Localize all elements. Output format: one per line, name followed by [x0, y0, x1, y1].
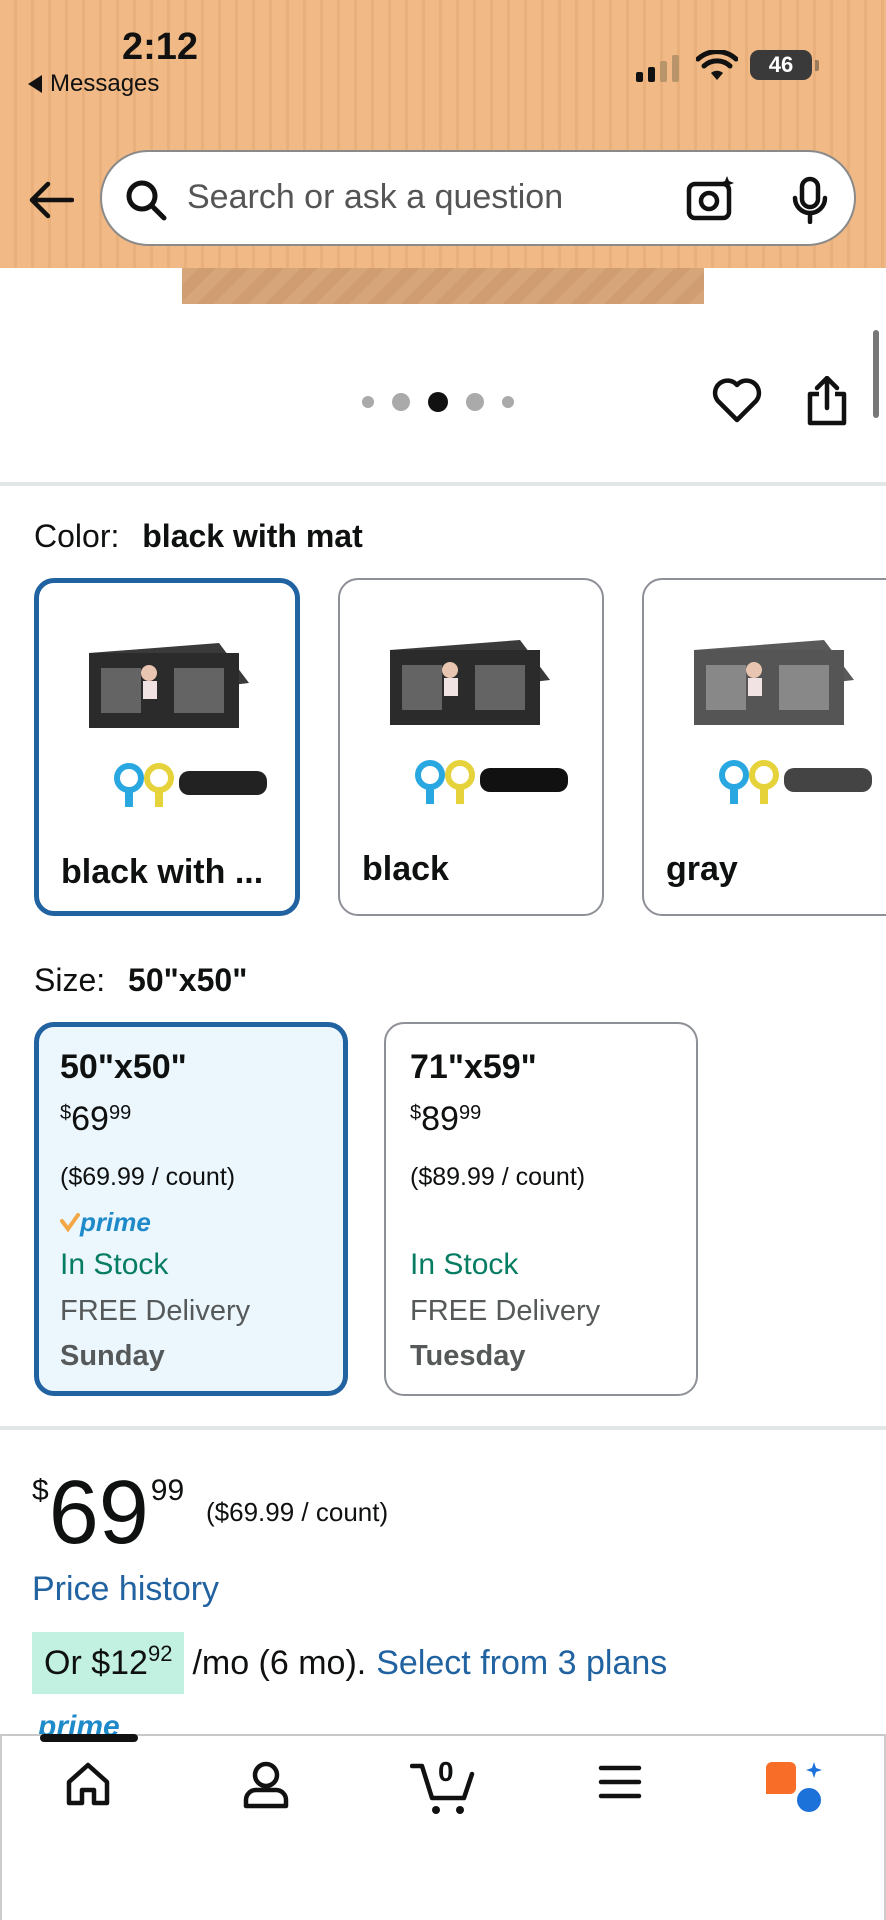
status-time: 2:12 [122, 26, 199, 68]
prime-peek-label: prime [38, 1710, 120, 1734]
prime-badge-peek: prime [38, 1710, 120, 1734]
heart-icon[interactable] [712, 376, 762, 424]
carousel-dot[interactable] [362, 396, 374, 408]
color-option-label: black [362, 850, 449, 888]
price-whole: 89 [421, 1100, 459, 1138]
carousel-dot[interactable] [466, 393, 484, 411]
main-price: $ 69 99 [32, 1468, 184, 1558]
size-option-price: $ 69 99 [60, 1100, 343, 1152]
search-input[interactable] [187, 178, 657, 217]
back-app-label: Messages [50, 70, 160, 97]
color-label-row: Color: black with mat [34, 518, 363, 555]
battery-tip [815, 60, 819, 71]
color-option-label: gray [666, 850, 738, 888]
financing-fraction: 92 [147, 1641, 173, 1666]
prime-badge-empty [410, 1202, 696, 1242]
signal-icon [636, 54, 679, 82]
playpen-thumbnail-image [89, 643, 267, 807]
size-option-price: $ 89 99 [410, 1100, 696, 1152]
size-option-delivery: FREE Delivery [60, 1295, 251, 1327]
color-option-black[interactable]: black [338, 578, 604, 916]
financing-row: Or $ 12 92 /mo (6 mo). Select from 3 pla… [32, 1632, 667, 1694]
size-option-title: 71"x59" [410, 1048, 537, 1086]
price-currency: $ [60, 1102, 72, 1124]
back-triangle-icon [28, 75, 42, 93]
rufus-assistant-icon[interactable] [762, 1760, 828, 1816]
price-fraction: 99 [458, 1102, 482, 1124]
size-selected-value: 50"x50" [128, 962, 248, 998]
financing-amount-pill: Or $ 12 92 [32, 1632, 185, 1694]
main-price-whole: 69 [48, 1463, 149, 1563]
size-label: Size: [34, 962, 106, 998]
main-unit-price: ($69.99 / count) [206, 1497, 389, 1527]
select-plans-link[interactable]: Select from 3 plans [376, 1644, 667, 1683]
color-option-black-with-mat[interactable]: black with ... [34, 578, 300, 916]
back-arrow-icon[interactable] [28, 180, 74, 220]
section-divider [0, 1426, 886, 1430]
peek-handle [40, 1734, 138, 1742]
share-icon[interactable] [806, 376, 848, 426]
size-option-stock: In Stock [410, 1248, 519, 1281]
search-icon [126, 180, 167, 221]
section-divider [0, 482, 886, 486]
color-option-gray[interactable]: gray [642, 578, 886, 916]
prime-check-icon [60, 1213, 80, 1232]
header: 2:12 Messages 46 [0, 0, 886, 268]
search-bar[interactable] [100, 150, 856, 246]
status-bar: 2:12 Messages 46 [0, 0, 886, 110]
battery-indicator: 46 [750, 50, 812, 80]
prime-label: prime [80, 1206, 151, 1237]
carousel-dot[interactable] [502, 396, 514, 408]
carousel-dot-active[interactable] [428, 392, 448, 412]
size-option-stock: In Stock [60, 1248, 169, 1281]
size-option-delivery: FREE Delivery [410, 1295, 601, 1327]
price-fraction: 99 [108, 1102, 132, 1124]
size-option-50x50[interactable]: 50"x50" $ 69 99 ($69.99 / count) prime I… [34, 1022, 348, 1396]
microphone-icon[interactable] [790, 176, 830, 224]
size-option-delivery-day: Tuesday [410, 1340, 526, 1372]
product-image-bottom[interactable] [182, 268, 704, 304]
carousel-dot[interactable] [392, 393, 410, 411]
wifi-icon [696, 50, 738, 80]
home-icon[interactable] [64, 1760, 112, 1808]
price-history-link[interactable]: Price history [32, 1570, 219, 1609]
main-price-currency: $ [32, 1474, 49, 1507]
back-to-messages-link[interactable]: Messages [28, 70, 159, 98]
size-option-delivery-day: Sunday [60, 1340, 165, 1372]
financing-suffix: /mo (6 mo). [192, 1643, 367, 1682]
price-currency: $ [410, 1102, 422, 1124]
size-option-71x59[interactable]: 71"x59" $ 89 99 ($89.99 / count) In Stoc… [384, 1022, 698, 1396]
menu-icon[interactable] [598, 1760, 642, 1804]
image-carousel-dots[interactable] [362, 392, 514, 412]
price-whole: 69 [71, 1100, 109, 1138]
playpen-thumbnail-image [694, 640, 872, 804]
size-option-title: 50"x50" [60, 1048, 187, 1086]
financing-prefix: Or $ [44, 1644, 111, 1682]
scrollbar[interactable] [873, 330, 879, 418]
cart-count-badge: 0 [438, 1756, 454, 1787]
account-icon[interactable] [242, 1760, 290, 1810]
size-option-unit-price: ($69.99 / count) [60, 1163, 236, 1191]
color-option-label: black with ... [61, 853, 264, 891]
color-selected-value: black with mat [142, 518, 363, 554]
size-option-unit-price: ($89.99 / count) [410, 1163, 586, 1191]
main-price-fraction: 99 [150, 1474, 185, 1507]
financing-whole: 12 [110, 1644, 148, 1682]
color-label: Color: [34, 518, 120, 554]
prime-badge: prime [60, 1202, 343, 1242]
camera-search-icon[interactable] [686, 174, 736, 224]
playpen-thumbnail-image [390, 640, 568, 804]
size-label-row: Size: 50"x50" [34, 962, 247, 999]
